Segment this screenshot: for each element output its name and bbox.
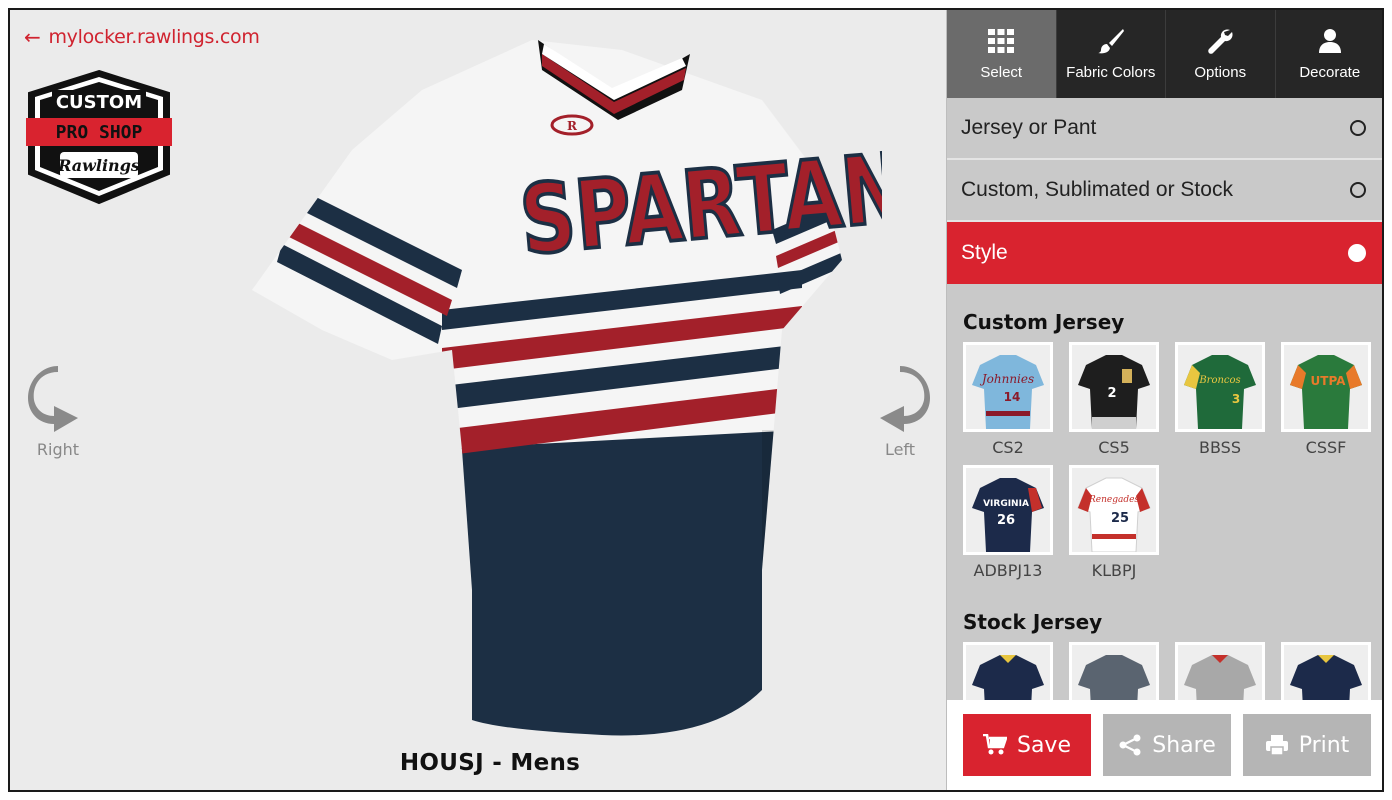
print-button[interactable]: Print (1243, 714, 1371, 776)
customizer-panel: Select Fabric Colors Options Decorate Je… (946, 10, 1383, 790)
svg-text:UTPA: UTPA (1311, 374, 1347, 388)
radio-indicator-icon (1350, 182, 1366, 198)
custom-pro-shop-logo: CUSTOM PRO SHOP Rawlings (26, 69, 172, 205)
svg-text:14: 14 (1004, 390, 1021, 404)
stock-style-tile[interactable] (963, 642, 1053, 702)
share-icon (1119, 734, 1141, 756)
style-tile-cs2[interactable]: Johnnies 14 CS2 (963, 342, 1053, 457)
style-code: ADBPJ13 (973, 561, 1043, 580)
style-list[interactable]: Custom Jersey Johnnies 14 CS2 2 CS5 Bron… (947, 290, 1382, 702)
style-tile-adbpj13[interactable]: VIRGINIA 26 ADBPJ13 (963, 465, 1053, 580)
jersey-thumbnail: Broncos 3 (1175, 342, 1265, 432)
svg-text:Johnnies: Johnnies (979, 372, 1034, 386)
save-button-label: Save (1016, 732, 1071, 758)
rotate-left-label: Left (884, 440, 916, 459)
tab-fabric-colors-label: Fabric Colors (1066, 63, 1156, 81)
grid-icon (988, 28, 1015, 53)
step-style-label: Style (961, 241, 1008, 264)
style-code: CS5 (1098, 438, 1130, 457)
logo-custom-text: CUSTOM (56, 92, 142, 113)
brush-icon (1097, 28, 1124, 53)
person-icon (1318, 28, 1341, 53)
style-code: BBSS (1199, 438, 1241, 457)
stock-style-tile[interactable] (1069, 642, 1159, 702)
print-button-label: Print (1298, 732, 1350, 758)
svg-text:VIRGINIA: VIRGINIA (983, 499, 1029, 509)
rotate-right-icon (28, 366, 78, 432)
jersey-preview: R SPARTANS (252, 40, 882, 736)
stock-jersey-heading: Stock Jersey (963, 610, 1103, 634)
logo-pro-shop-text: PRO SHOP (56, 122, 143, 143)
tab-select[interactable]: Select (947, 10, 1057, 98)
custom-jersey-heading: Custom Jersey (963, 310, 1125, 334)
jersey-thumbnail: UTPA (1281, 342, 1371, 432)
rotate-right-button[interactable]: Right (28, 366, 88, 459)
wrench-icon (1208, 28, 1233, 54)
product-title: HOUSJ - Mens (399, 750, 581, 776)
stock-style-tile[interactable] (1281, 642, 1371, 702)
radio-selected-icon (1348, 244, 1366, 262)
back-link-label: mylocker.rawlings.com (48, 26, 260, 48)
custom-jersey-grid: Johnnies 14 CS2 2 CS5 Broncos 3 BBSS UTP… (947, 342, 1382, 588)
app-frame: ← mylocker.rawlings.com CUSTOM PRO SHOP … (8, 8, 1384, 792)
tab-options[interactable]: Options (1166, 10, 1276, 98)
svg-text:25: 25 (1111, 511, 1129, 526)
style-tile-cs5[interactable]: 2 CS5 (1069, 342, 1159, 457)
tab-fabric-colors[interactable]: Fabric Colors (1057, 10, 1166, 98)
step-jersey-or-pant-label: Jersey or Pant (961, 116, 1097, 139)
style-code: CSSF (1305, 438, 1347, 457)
svg-text:2: 2 (1107, 386, 1116, 401)
stock-jersey-grid (947, 642, 1382, 702)
step-custom-sublimated-stock-label: Custom, Sublimated or Stock (961, 178, 1233, 201)
style-tile-klbpj[interactable]: Renegades 25 KLBPJ (1069, 465, 1159, 580)
step-custom-sublimated-stock[interactable]: Custom, Sublimated or Stock (947, 160, 1382, 222)
jersey-thumbnail (1175, 642, 1265, 702)
share-button-label: Share (1152, 732, 1216, 758)
printer-icon (1265, 735, 1288, 756)
save-button[interactable]: Save (963, 714, 1091, 776)
tab-decorate-label: Decorate (1299, 63, 1361, 81)
rotate-right-label: Right (36, 440, 80, 459)
cart-icon (982, 734, 1007, 755)
jersey-thumbnail (963, 642, 1053, 702)
jersey-thumbnail: Renegades 25 (1069, 465, 1159, 555)
jersey-thumbnail (1069, 642, 1159, 702)
logo-rawlings-text: Rawlings (57, 156, 140, 175)
radio-indicator-icon (1350, 120, 1366, 136)
svg-text:Broncos: Broncos (1198, 375, 1240, 386)
step-jersey-or-pant[interactable]: Jersey or Pant (947, 98, 1382, 160)
svg-text:26: 26 (997, 513, 1015, 528)
tab-select-label: Select (980, 63, 1023, 81)
tab-options-label: Options (1194, 63, 1247, 81)
share-button[interactable]: Share (1103, 714, 1231, 776)
style-code: KLBPJ (1091, 561, 1137, 580)
svg-text:Renegades: Renegades (1088, 495, 1139, 505)
style-tile-cssf[interactable]: UTPA CSSF (1281, 342, 1371, 457)
jersey-thumbnail: VIRGINIA 26 (963, 465, 1053, 555)
svg-text:R: R (567, 119, 578, 133)
action-bar: Save Share Print (947, 700, 1382, 790)
jersey-thumbnail: Johnnies 14 (963, 342, 1053, 432)
svg-text:3: 3 (1232, 392, 1240, 406)
style-tile-bbss[interactable]: Broncos 3 BBSS (1175, 342, 1265, 457)
back-link[interactable]: ← mylocker.rawlings.com (24, 26, 260, 48)
style-code: CS2 (992, 438, 1024, 457)
stock-style-tile[interactable] (1175, 642, 1265, 702)
jersey-thumbnail (1281, 642, 1371, 702)
jersey-thumbnail: 2 (1069, 342, 1159, 432)
jersey-viewer: ← mylocker.rawlings.com CUSTOM PRO SHOP … (10, 10, 946, 790)
step-style[interactable]: Style (947, 222, 1382, 284)
tab-decorate[interactable]: Decorate (1276, 10, 1383, 98)
back-arrow-icon: ← (24, 25, 41, 49)
toolbar: Select Fabric Colors Options Decorate (947, 10, 1383, 98)
